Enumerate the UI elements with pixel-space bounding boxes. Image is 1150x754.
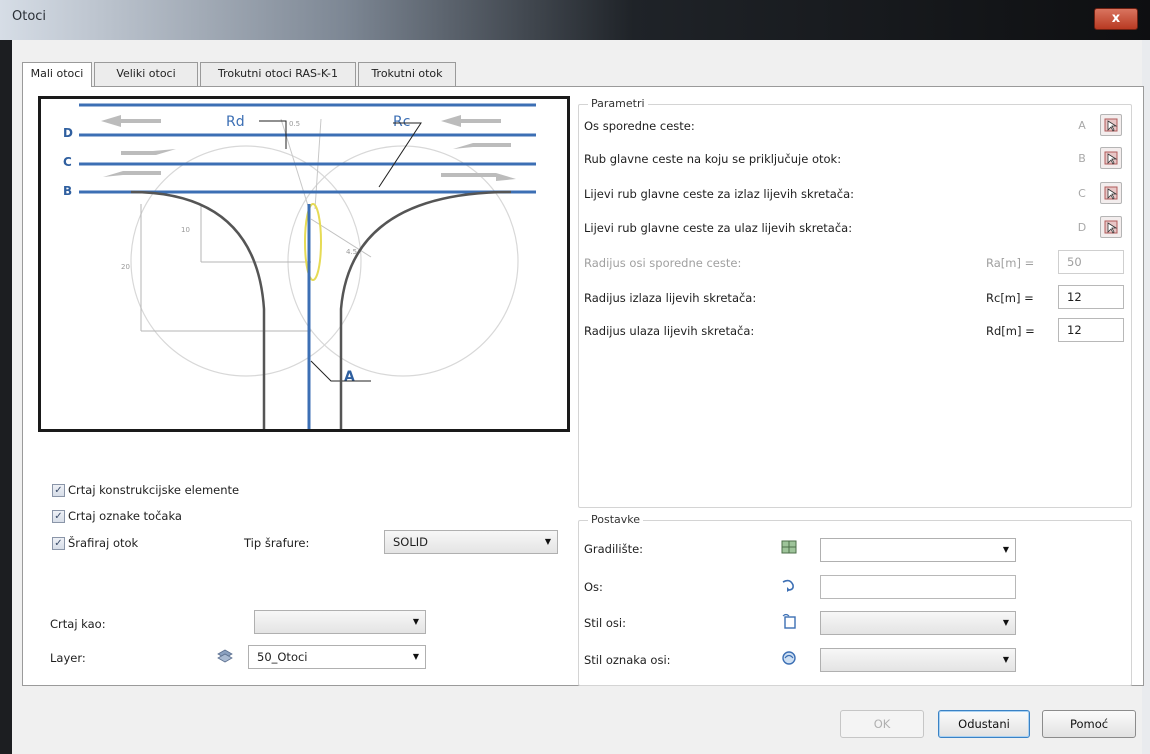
param-letter-a: A	[1078, 119, 1086, 132]
hatch-island-label: Šrafiraj otok	[68, 536, 139, 550]
parametri-title: Parametri	[588, 97, 648, 110]
hatch-type-value: SOLID	[393, 535, 429, 549]
postavke-title: Postavke	[588, 513, 644, 526]
pick-cursor-icon	[1104, 186, 1118, 200]
layer-label: Layer:	[50, 651, 86, 665]
alignment-icon	[780, 576, 798, 594]
construction-circle-left	[130, 145, 362, 377]
radius-rc-input[interactable]: 12	[1058, 285, 1124, 309]
pick-cursor-icon	[1104, 151, 1118, 165]
dropdown-arrow-icon: ▼	[544, 537, 551, 546]
pick-a-button[interactable]	[1100, 114, 1122, 136]
param-letter-b: B	[1078, 152, 1086, 165]
intersection-diagram: 10 20 0.5 4.5 D C B Rd Rc A	[38, 96, 570, 432]
pick-c-button[interactable]	[1100, 182, 1122, 204]
label-d: D	[63, 126, 73, 140]
radius-ra-label: Radijus osi sporedne ceste:	[584, 256, 742, 270]
hatch-type-label: Tip šrafure:	[244, 536, 310, 550]
dropdown-arrow-icon: ▼	[412, 652, 419, 661]
param-label-c: Lijevi rub glavne ceste za izlaz lijevih…	[584, 187, 855, 201]
tab-trokutni-otok[interactable]: Trokutni otok	[358, 62, 456, 86]
radius-ra-input[interactable]: 50	[1058, 250, 1124, 274]
arrow-c-left	[121, 149, 176, 155]
gradiliste-select[interactable]: ▼	[820, 538, 1016, 562]
draw-construction-checkbox[interactable]: ✓	[52, 484, 65, 497]
radius-rc-label: Radijus izlaza lijevih skretača:	[584, 291, 757, 305]
stil-oznaka-label: Stil oznaka osi:	[584, 653, 671, 667]
tab-veliki-otoci[interactable]: Veliki otoci	[94, 62, 198, 86]
layers-icon	[216, 647, 234, 665]
hatch-type-select[interactable]: SOLID ▼	[384, 530, 558, 554]
os-input[interactable]	[820, 575, 1016, 599]
arrow-c-right	[453, 143, 511, 149]
stil-osi-label: Stil osi:	[584, 616, 626, 630]
hatch-island-checkbox[interactable]: ✓	[52, 537, 65, 550]
dim-label-angle: 4.5	[346, 248, 357, 256]
draw-as-select[interactable]: ▼	[254, 610, 426, 634]
diagram-drawing: 10 20 0.5 4.5 D C B Rd Rc A	[63, 103, 536, 429]
arrow-d-right	[441, 115, 501, 127]
label-style-icon	[780, 649, 798, 667]
arrow-b-left	[103, 171, 161, 177]
stil-oznaka-select[interactable]: ▼	[820, 648, 1016, 672]
dropdown-arrow-icon: ▼	[412, 617, 419, 626]
gradiliste-label: Gradilište:	[584, 542, 644, 556]
curve-right	[339, 190, 512, 429]
title-bar: Otoci x	[0, 0, 1150, 40]
radius-rd-input[interactable]: 12	[1058, 318, 1124, 342]
dropdown-arrow-icon: ▼	[1002, 618, 1009, 627]
pick-d-button[interactable]	[1100, 216, 1122, 238]
draw-point-labels-label: Crtaj oznake točaka	[68, 509, 182, 523]
param-letter-d: D	[1077, 221, 1087, 234]
label-b: B	[63, 184, 72, 198]
layer-value: 50_Otoci	[257, 650, 308, 664]
arrow-b-right	[441, 173, 516, 181]
radius-rd-unit: Rd[m] =	[986, 324, 1035, 338]
param-label-b: Rub glavne ceste na koju se priključuje …	[584, 152, 842, 166]
layer-select[interactable]: 50_Otoci ▼	[248, 645, 426, 669]
help-button[interactable]: Pomoć	[1042, 710, 1136, 738]
window-title: Otoci	[12, 9, 47, 24]
alignment-style-icon	[780, 612, 798, 630]
dim-label-10: 10	[181, 226, 190, 234]
radius-rd-label: Radijus ulaza lijevih skretača:	[584, 324, 755, 338]
curve-left	[130, 190, 266, 429]
label-rd: Rd	[226, 114, 245, 130]
label-rc: Rc	[393, 114, 410, 130]
draw-as-label: Crtaj kao:	[50, 617, 106, 631]
dim-label-20: 20	[121, 263, 130, 271]
os-label: Os:	[584, 580, 603, 594]
traffic-arrows	[101, 115, 516, 181]
close-button[interactable]: x	[1094, 8, 1138, 30]
stil-osi-select[interactable]: ▼	[820, 611, 1016, 635]
construction-circle-right	[287, 145, 519, 377]
ok-button[interactable]: OK	[840, 710, 924, 738]
pick-cursor-icon	[1104, 220, 1118, 234]
tab-mali-otoci[interactable]: Mali otoci	[22, 62, 92, 87]
label-c: C	[63, 155, 72, 169]
param-letter-c: C	[1078, 187, 1086, 200]
draw-construction-label: Crtaj konstrukcijske elemente	[68, 483, 240, 497]
label-a: A	[344, 369, 355, 385]
dropdown-arrow-icon: ▼	[1002, 545, 1009, 554]
draw-point-labels-checkbox[interactable]: ✓	[52, 510, 65, 523]
radius-rc-unit: Rc[m] =	[986, 291, 1034, 305]
radius-ra-unit: Ra[m] =	[986, 256, 1035, 270]
island-outline	[304, 203, 322, 281]
pick-b-button[interactable]	[1100, 147, 1122, 169]
site-icon	[780, 538, 798, 556]
tab-trokutni-otoci-ras[interactable]: Trokutni otoci RAS-K-1	[200, 62, 356, 86]
pick-cursor-icon	[1104, 118, 1118, 132]
param-label-d: Lijevi rub glavne ceste za ulaz lijevih …	[584, 221, 853, 235]
cancel-button[interactable]: Odustani	[938, 710, 1030, 738]
arrow-d-left	[101, 115, 161, 127]
param-label-a: Os sporedne ceste:	[584, 119, 695, 133]
leader-rc	[378, 122, 422, 188]
dim-label-top: 0.5	[289, 120, 300, 128]
window-left-frame	[0, 40, 12, 754]
dropdown-arrow-icon: ▼	[1002, 655, 1009, 664]
